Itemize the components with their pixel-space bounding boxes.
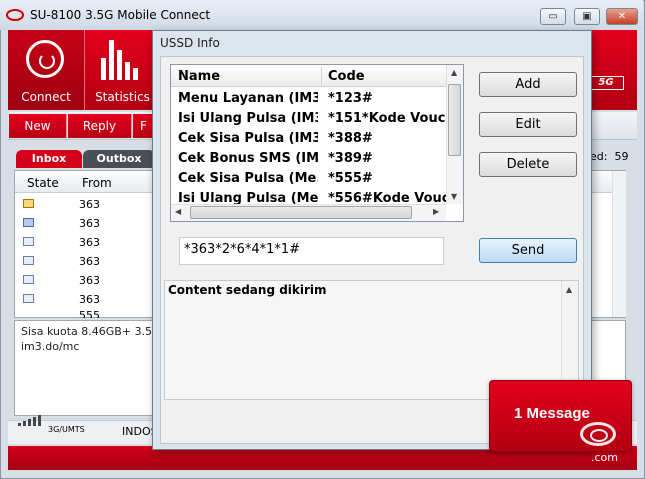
tab-inbox[interactable]: Inbox xyxy=(16,150,82,168)
list-item[interactable]: 555 xyxy=(15,306,155,318)
scroll-left-icon[interactable]: ◀ xyxy=(175,207,181,216)
table-row[interactable]: Isi Ulang Pulsa (IM3)*151*Kode Vouch. xyxy=(171,109,447,129)
brand-badge: 5G xyxy=(588,76,624,90)
list-item[interactable]: 363 xyxy=(15,271,155,290)
horizontal-scroll-thumb[interactable] xyxy=(190,206,412,219)
scroll-up-icon[interactable]: ▲ xyxy=(566,285,572,294)
connect-icon xyxy=(26,40,64,78)
envelope-open-icon xyxy=(23,218,34,227)
nav-connect[interactable]: Connect xyxy=(8,30,84,110)
scroll-right-icon[interactable]: ▶ xyxy=(433,207,439,216)
add-button[interactable]: Add xyxy=(479,72,577,97)
ussd-response-text: Content sedang dikirim xyxy=(168,283,327,297)
list-item[interactable]: 363 xyxy=(15,252,155,271)
message-list-scrollbar[interactable] xyxy=(612,171,626,317)
tab-outbox[interactable]: Outbox xyxy=(83,150,155,168)
reply-button[interactable]: Reply xyxy=(68,114,132,138)
list-item[interactable]: 363 xyxy=(15,233,155,252)
dialog-title: USSD Info xyxy=(160,36,220,50)
nav-statistics[interactable]: Statistics xyxy=(84,30,160,110)
scroll-up-icon[interactable]: ▲ xyxy=(451,68,457,77)
column-name[interactable]: Name xyxy=(178,69,220,84)
restore-button[interactable]: ▣ xyxy=(574,8,600,25)
notification-text: 1 Message xyxy=(514,405,590,422)
list-item[interactable]: 363 xyxy=(15,195,155,214)
column-code[interactable]: Code xyxy=(328,69,365,84)
envelope-read-icon xyxy=(23,237,34,246)
ussd-table-header: Name Code xyxy=(171,65,447,87)
minimize-button[interactable]: ▭ xyxy=(540,8,566,25)
list-item[interactable]: 363 xyxy=(15,214,155,233)
column-state[interactable]: State xyxy=(27,176,59,190)
delete-button[interactable]: Delete xyxy=(479,152,577,177)
table-row[interactable]: Menu Layanan (IM3) *123# xyxy=(171,89,447,109)
vertical-scroll-thumb[interactable] xyxy=(448,84,461,156)
table-row[interactable]: Cek Bonus SMS (IM3)*389# xyxy=(171,149,447,169)
envelope-read-icon xyxy=(23,256,34,265)
table-row[interactable]: Cek Sisa Pulsa (Me... *555# xyxy=(171,169,447,189)
footer-domain: .com xyxy=(591,451,618,464)
send-button[interactable]: Send xyxy=(479,238,577,263)
app-logo-icon xyxy=(6,9,24,21)
table-row[interactable]: Isi Ulang Pulsa (Me...*556#Kode Vouch. xyxy=(171,189,447,204)
scroll-down-icon[interactable]: ▼ xyxy=(451,192,457,201)
column-from[interactable]: From xyxy=(82,176,112,190)
edit-button[interactable]: Edit xyxy=(479,112,577,137)
network-type: 3G/UMTS xyxy=(48,425,85,434)
brand-logo-icon xyxy=(580,422,616,446)
table-row[interactable]: Cek Sisa Pulsa (IM3) *388# xyxy=(171,129,447,149)
nav-connect-label: Connect xyxy=(21,90,71,104)
new-button[interactable]: New xyxy=(9,114,67,138)
envelope-icon xyxy=(23,199,34,208)
window-title: SU-8100 3.5G Mobile Connect xyxy=(30,8,211,22)
nav-statistics-label: Statistics xyxy=(95,90,150,104)
envelope-read-icon xyxy=(23,275,34,284)
used-count: ed: 59 xyxy=(590,150,629,163)
close-button[interactable]: ✕ xyxy=(606,8,638,25)
preview-line: im3.do/mc xyxy=(21,340,80,353)
ussd-code-input[interactable]: *363*2*6*4*1*1# xyxy=(179,237,444,265)
envelope-read-icon xyxy=(23,294,34,303)
